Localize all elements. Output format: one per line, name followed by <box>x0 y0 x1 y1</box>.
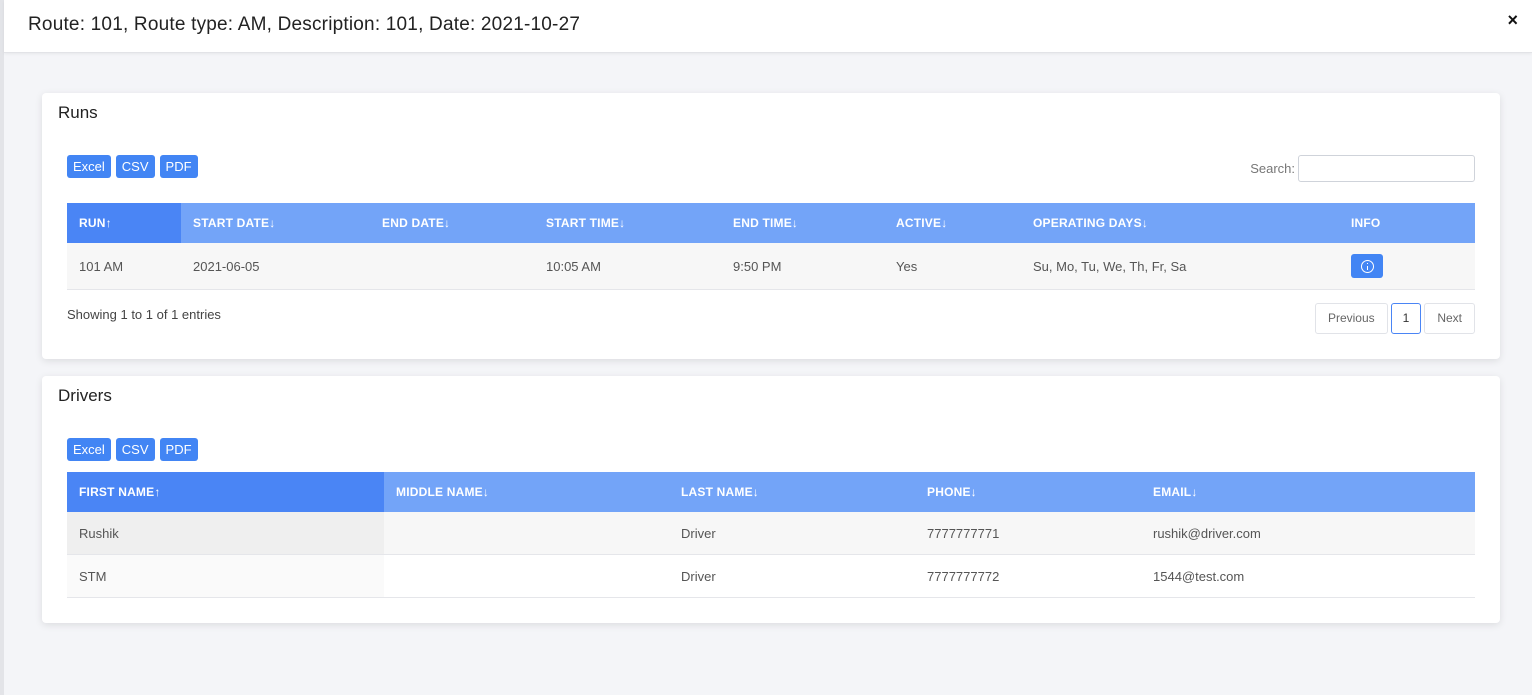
column-header-start-date[interactable]: START DATE↓ <box>181 203 370 243</box>
drivers-pdf-button[interactable]: PDF <box>159 438 198 461</box>
cell-last-name: Driver <box>669 512 915 555</box>
cell-phone: 7777777772 <box>915 554 1141 598</box>
close-icon[interactable]: × <box>1507 10 1518 30</box>
next-page-button[interactable]: Next <box>1424 303 1475 334</box>
cell-start-time: 10:05 AM <box>534 243 721 290</box>
runs-table: RUN↑ START DATE↓ END DATE↓ START TIME↓ E… <box>67 203 1475 290</box>
drivers-title: Drivers <box>58 386 112 405</box>
column-header-end-date[interactable]: END DATE↓ <box>370 203 534 243</box>
column-header-email[interactable]: EMAIL↓ <box>1141 472 1475 512</box>
table-row: 101 AM 2021-06-05 10:05 AM 9:50 PM Yes S… <box>67 243 1475 290</box>
search-input[interactable] <box>1298 155 1475 182</box>
cell-first-name: STM <box>67 554 384 598</box>
cell-phone: 7777777771 <box>915 512 1141 555</box>
cell-start-date: 2021-06-05 <box>181 243 370 290</box>
column-header-start-time[interactable]: START TIME↓ <box>534 203 721 243</box>
runs-excel-button[interactable]: Excel <box>67 155 111 178</box>
drivers-card: Drivers Excel CSV PDF FIRST NAME↑ MIDDLE… <box>42 376 1500 623</box>
cell-run: 101 AM <box>67 243 181 290</box>
info-circle-icon <box>1360 259 1374 273</box>
page-1-button[interactable]: 1 <box>1390 303 1422 334</box>
column-header-info: INFO <box>1339 203 1475 243</box>
cell-first-name: Rushik <box>67 512 384 555</box>
runs-card: Runs Excel CSV PDF Search: RUN↑ START DA… <box>42 93 1500 359</box>
cell-end-time: 9:50 PM <box>721 243 884 290</box>
column-header-middle-name[interactable]: MIDDLE NAME↓ <box>384 472 669 512</box>
runs-pdf-button[interactable]: PDF <box>159 155 198 178</box>
table-row: Rushik Driver 7777777771 rushik@driver.c… <box>67 512 1475 555</box>
entries-info: Showing 1 to 1 of 1 entries <box>67 307 221 322</box>
drivers-csv-button[interactable]: CSV <box>115 438 155 461</box>
column-header-last-name[interactable]: LAST NAME↓ <box>669 472 915 512</box>
runs-search: Search: <box>1250 155 1475 182</box>
cell-end-date <box>370 243 534 290</box>
cell-middle-name <box>384 512 669 555</box>
runs-csv-button[interactable]: CSV <box>115 155 155 178</box>
drivers-table: FIRST NAME↑ MIDDLE NAME↓ LAST NAME↓ PHON… <box>67 472 1475 598</box>
route-details-modal: Route: 101, Route type: AM, Description:… <box>4 0 1532 695</box>
column-header-operating-days[interactable]: OPERATING DAYS↓ <box>1021 203 1339 243</box>
modal-title: Route: 101, Route type: AM, Description:… <box>28 14 581 35</box>
cell-email: 1544@test.com <box>1141 554 1475 598</box>
drivers-excel-button[interactable]: Excel <box>67 438 111 461</box>
cell-last-name: Driver <box>669 554 915 598</box>
pagination: Previous 1 Next <box>1314 303 1475 334</box>
column-header-end-time[interactable]: END TIME↓ <box>721 203 884 243</box>
runs-export-buttons: Excel CSV PDF <box>67 155 198 178</box>
table-row: STM Driver 7777777772 1544@test.com <box>67 554 1475 598</box>
search-label: Search: <box>1250 161 1295 176</box>
column-header-first-name[interactable]: FIRST NAME↑ <box>67 472 384 512</box>
drivers-export-buttons: Excel CSV PDF <box>67 438 198 461</box>
cell-operating-days: Su, Mo, Tu, We, Th, Fr, Sa <box>1021 243 1339 290</box>
modal-header: Route: 101, Route type: AM, Description:… <box>4 0 1532 53</box>
column-header-run[interactable]: RUN↑ <box>67 203 181 243</box>
column-header-active[interactable]: ACTIVE↓ <box>884 203 1021 243</box>
cell-middle-name <box>384 554 669 598</box>
previous-page-button[interactable]: Previous <box>1314 303 1388 334</box>
info-button[interactable] <box>1351 254 1383 278</box>
runs-title: Runs <box>58 103 98 122</box>
cell-active: Yes <box>884 243 1021 290</box>
cell-info <box>1339 243 1475 290</box>
cell-email: rushik@driver.com <box>1141 512 1475 555</box>
column-header-phone[interactable]: PHONE↓ <box>915 472 1141 512</box>
